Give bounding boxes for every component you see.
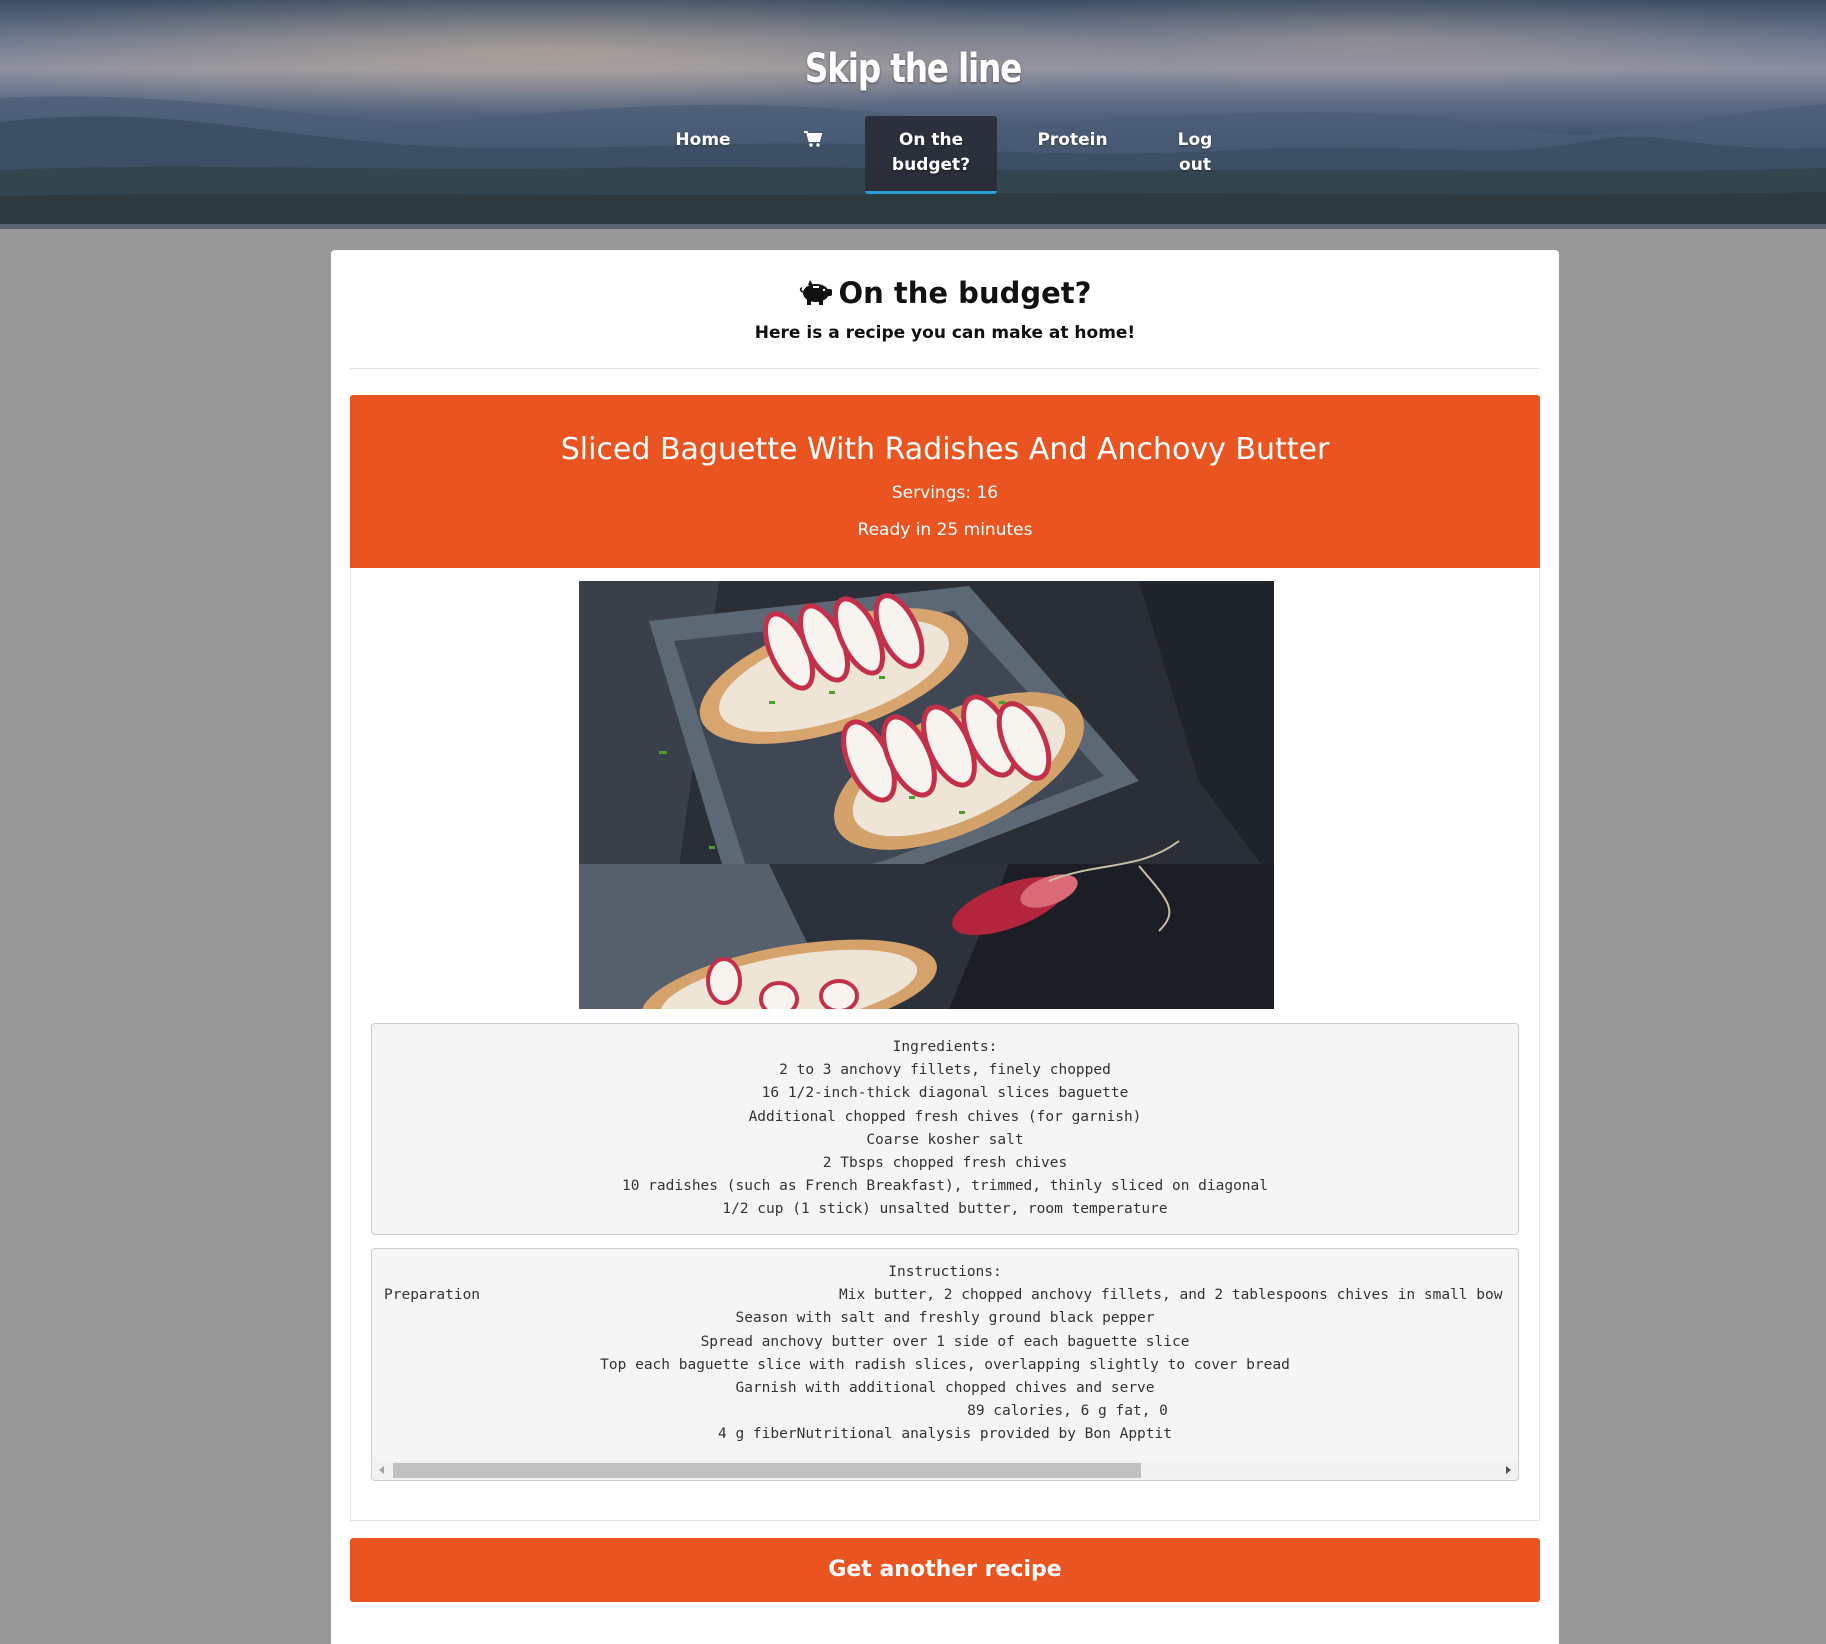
get-another-recipe-button[interactable]: Get another recipe xyxy=(350,1538,1540,1602)
main-nav: Home On the budget? Protein Log out xyxy=(0,116,1826,196)
ingredients-header: Ingredients: xyxy=(892,1039,998,1055)
nav-budget-label-line2: budget? xyxy=(891,155,971,175)
ingredients-box: Ingredients: 2 to 3 anchovy fillets, fine… xyxy=(371,1023,1519,1235)
page-title: On the budget? xyxy=(331,276,1559,313)
scroll-right-arrow-icon[interactable] xyxy=(1506,1466,1511,1474)
nav-protein[interactable]: Protein xyxy=(1030,116,1115,194)
recipe-card: Sliced Baguette With Radishes And Anchov… xyxy=(350,395,1540,1521)
ingredient-item: Coarse kosher salt xyxy=(866,1131,1024,1148)
nav-logout[interactable]: Log out xyxy=(1165,116,1225,194)
ingredient-item: Additional chopped fresh chives (for gar… xyxy=(748,1108,1142,1125)
nav-home-label: Home xyxy=(675,130,731,150)
recipe-header: Sliced Baguette With Radishes And Anchov… xyxy=(350,395,1540,568)
recipe-servings: Servings: 16 xyxy=(891,483,999,503)
instruction-step: Season with salt and freshly ground blac… xyxy=(735,1310,1155,1327)
instruction-step-text: Mix butter, 2 chopped anchovy fillets, a… xyxy=(839,1287,1503,1304)
nav-on-the-budget[interactable]: On the budget? xyxy=(865,116,997,194)
nav-logout-label-line1: Log xyxy=(1177,130,1213,150)
site-brand[interactable]: Skip the line xyxy=(164,46,1661,92)
instruction-step: Garnish with additional chopped chives a… xyxy=(735,1379,1155,1396)
scrollbar-thumb[interactable] xyxy=(393,1463,1141,1478)
divider xyxy=(350,368,1540,369)
main-panel: On the budget? Here is a recipe you can … xyxy=(331,250,1559,1644)
nav-home[interactable]: Home xyxy=(664,116,742,194)
horizontal-scrollbar[interactable] xyxy=(373,1461,1517,1479)
nav-budget-label-line1: On the xyxy=(898,130,964,150)
instruction-step: Preparation Mix butter, 2 chopped anchovy… xyxy=(372,1284,1518,1307)
site-header: Skip the line Home On the budget? Protei… xyxy=(0,0,1826,229)
page-title-text: On the budget? xyxy=(838,276,1092,310)
instructions-header: Instructions: xyxy=(888,1264,1002,1280)
ingredient-item: 2 Tbsps chopped fresh chives xyxy=(822,1154,1068,1171)
nav-logout-label-line2: out xyxy=(1179,155,1211,175)
scroll-left-arrow-icon[interactable] xyxy=(379,1466,384,1474)
ingredient-item: 2 to 3 anchovy fillets, finely chopped xyxy=(779,1062,1111,1079)
ingredient-item: 16 1/2-inch-thick diagonal slices baguet… xyxy=(761,1085,1129,1102)
recipe-title: Sliced Baguette With Radishes And Anchov… xyxy=(560,432,1330,467)
piggy-bank-icon xyxy=(799,279,835,313)
ingredient-item: 10 radishes (such as French Breakfast), … xyxy=(621,1178,1268,1195)
recipe-ready-time: Ready in 25 minutes xyxy=(857,520,1033,540)
page-subtitle: Here is a recipe you can make at home! xyxy=(754,323,1136,343)
nutrition-line: 89 calories, 6 g fat, 0 xyxy=(967,1403,1168,1420)
shopping-cart-icon xyxy=(803,130,823,156)
preparation-label: Preparation xyxy=(384,1287,481,1304)
nav-cart[interactable] xyxy=(790,116,835,194)
nutrition-line: 4 g fiberNutritional analysis provided b… xyxy=(718,1426,1172,1443)
instruction-step: Spread anchovy butter over 1 side of eac… xyxy=(700,1333,1190,1350)
ingredient-item: 1/2 cup (1 stick) unsalted butter, room … xyxy=(722,1201,1168,1218)
nav-protein-label: Protein xyxy=(1037,130,1108,150)
recipe-photo xyxy=(579,581,1274,1009)
instruction-step: Top each baguette slice with radish slic… xyxy=(600,1356,1290,1373)
instructions-box[interactable]: Instructions: Preparation Mix butter, 2 ch… xyxy=(371,1248,1519,1481)
